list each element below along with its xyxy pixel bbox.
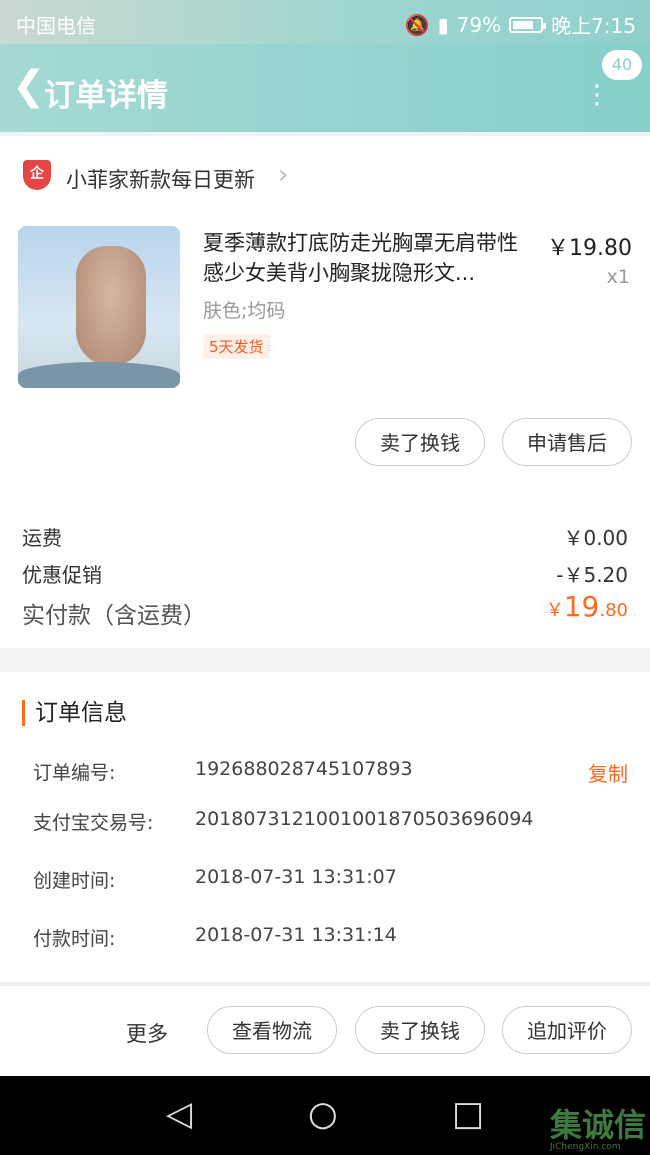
nav-bar: ❮ 订单详情 40 ⋮ bbox=[0, 44, 650, 132]
battery-icon bbox=[509, 16, 547, 33]
clock: 晚上7:15 bbox=[551, 14, 636, 38]
back-triangle-icon[interactable]: ◁ bbox=[166, 1096, 192, 1132]
paid-label: 实付款（含运费） bbox=[22, 603, 206, 629]
home-circle-icon[interactable]: ○ bbox=[308, 1096, 338, 1132]
created-row: 创建时间: 2018-07-31 13:31:07 bbox=[33, 866, 628, 893]
paid-time: 2018-07-31 13:31:14 bbox=[195, 924, 397, 946]
discount-label: 优惠促销 bbox=[22, 563, 102, 587]
paid-time-row: 付款时间: 2018-07-31 13:31:14 bbox=[33, 924, 628, 951]
shipping-value: ￥0.00 bbox=[563, 526, 628, 550]
ship-time-tag: 5天发货 bbox=[203, 334, 270, 359]
order-number-label: 订单编号: bbox=[33, 762, 116, 784]
product-title[interactable]: 夏季薄款打底防走光胸罩无肩带性感少女美背小胸聚拢隐形文... bbox=[203, 228, 533, 288]
discount-value: -￥5.20 bbox=[556, 563, 628, 587]
page-title: 订单详情 bbox=[44, 78, 168, 114]
shipping-label: 运费 bbox=[22, 526, 62, 550]
chevron-right-icon: › bbox=[278, 160, 289, 190]
shop-badge-icon: 企 bbox=[23, 160, 51, 190]
copy-button[interactable]: 复制 bbox=[588, 758, 628, 787]
order-item-card: 企 小菲家新款每日更新 › 夏季薄款打底防走光胸罩无肩带性感少女美背小胸聚拢隐形… bbox=[0, 136, 650, 648]
system-nav-bar: ◁ ○ □ 集诚信 JiChengXin.com bbox=[0, 1076, 650, 1155]
created-label: 创建时间: bbox=[33, 870, 116, 892]
product-thumbnail[interactable] bbox=[18, 226, 180, 388]
section-title: 订单信息 bbox=[22, 700, 127, 726]
carrier-name: 中国电信 bbox=[16, 14, 96, 38]
more-options-icon[interactable]: ⋮ bbox=[584, 82, 610, 108]
paid-amount: ￥19.80 bbox=[545, 590, 628, 623]
shop-name[interactable]: 小菲家新款每日更新 bbox=[66, 164, 255, 194]
order-number-row: 订单编号: 192688028745107893 复制 bbox=[33, 758, 628, 787]
shipping-row: 运费 ￥0.00 bbox=[22, 522, 628, 551]
product-spec: 肤色;均码 bbox=[203, 300, 286, 322]
order-number: 192688028745107893 bbox=[195, 758, 413, 780]
product-quantity: x1 bbox=[606, 266, 630, 288]
product-price: ￥19.80 bbox=[547, 236, 632, 261]
discount-row: 优惠促销 -￥5.20 bbox=[22, 559, 628, 588]
back-icon[interactable]: ❮ bbox=[12, 66, 46, 106]
mute-icon: 🔕 bbox=[404, 12, 430, 37]
more-button[interactable]: 更多 bbox=[126, 1018, 168, 1048]
recents-square-icon[interactable]: □ bbox=[452, 1096, 484, 1132]
alipay-row: 支付宝交易号: 2018073121001001870503696094 bbox=[33, 808, 628, 835]
watermark-logo: 集诚信 JiChengXin.com bbox=[549, 1106, 646, 1152]
sell-exchange-button[interactable]: 卖了换钱 bbox=[355, 418, 485, 466]
signal-icon: ▮ bbox=[437, 12, 449, 37]
paid-time-label: 付款时间: bbox=[33, 928, 116, 950]
alipay-label: 支付宝交易号: bbox=[33, 812, 154, 834]
product-image bbox=[76, 246, 146, 366]
status-bar: 中国电信 🔕 ▮ 79% 晚上7:15 bbox=[0, 0, 650, 44]
order-info-card: 订单信息 订单编号: 192688028745107893 复制 支付宝交易号:… bbox=[0, 672, 650, 982]
battery-percent: 79% bbox=[456, 12, 502, 37]
alipay-number: 2018073121001001870503696094 bbox=[195, 808, 534, 830]
message-count-badge[interactable]: 40 bbox=[602, 50, 642, 80]
after-sale-button[interactable]: 申请售后 bbox=[502, 418, 632, 466]
sell-exchange-button-bottom[interactable]: 卖了换钱 bbox=[355, 1006, 485, 1054]
add-review-button[interactable]: 追加评价 bbox=[502, 1006, 632, 1054]
view-logistics-button[interactable]: 查看物流 bbox=[207, 1006, 337, 1054]
shop-row[interactable]: 企 小菲家新款每日更新 › bbox=[0, 136, 650, 216]
bottom-action-bar: 更多 查看物流 卖了换钱 追加评价 bbox=[0, 985, 650, 1076]
status-right: 🔕 ▮ 79% 晚上7:15 bbox=[405, 10, 636, 39]
paid-row: 实付款（含运费） ￥19.80 bbox=[22, 590, 628, 630]
created-time: 2018-07-31 13:31:07 bbox=[195, 866, 397, 888]
